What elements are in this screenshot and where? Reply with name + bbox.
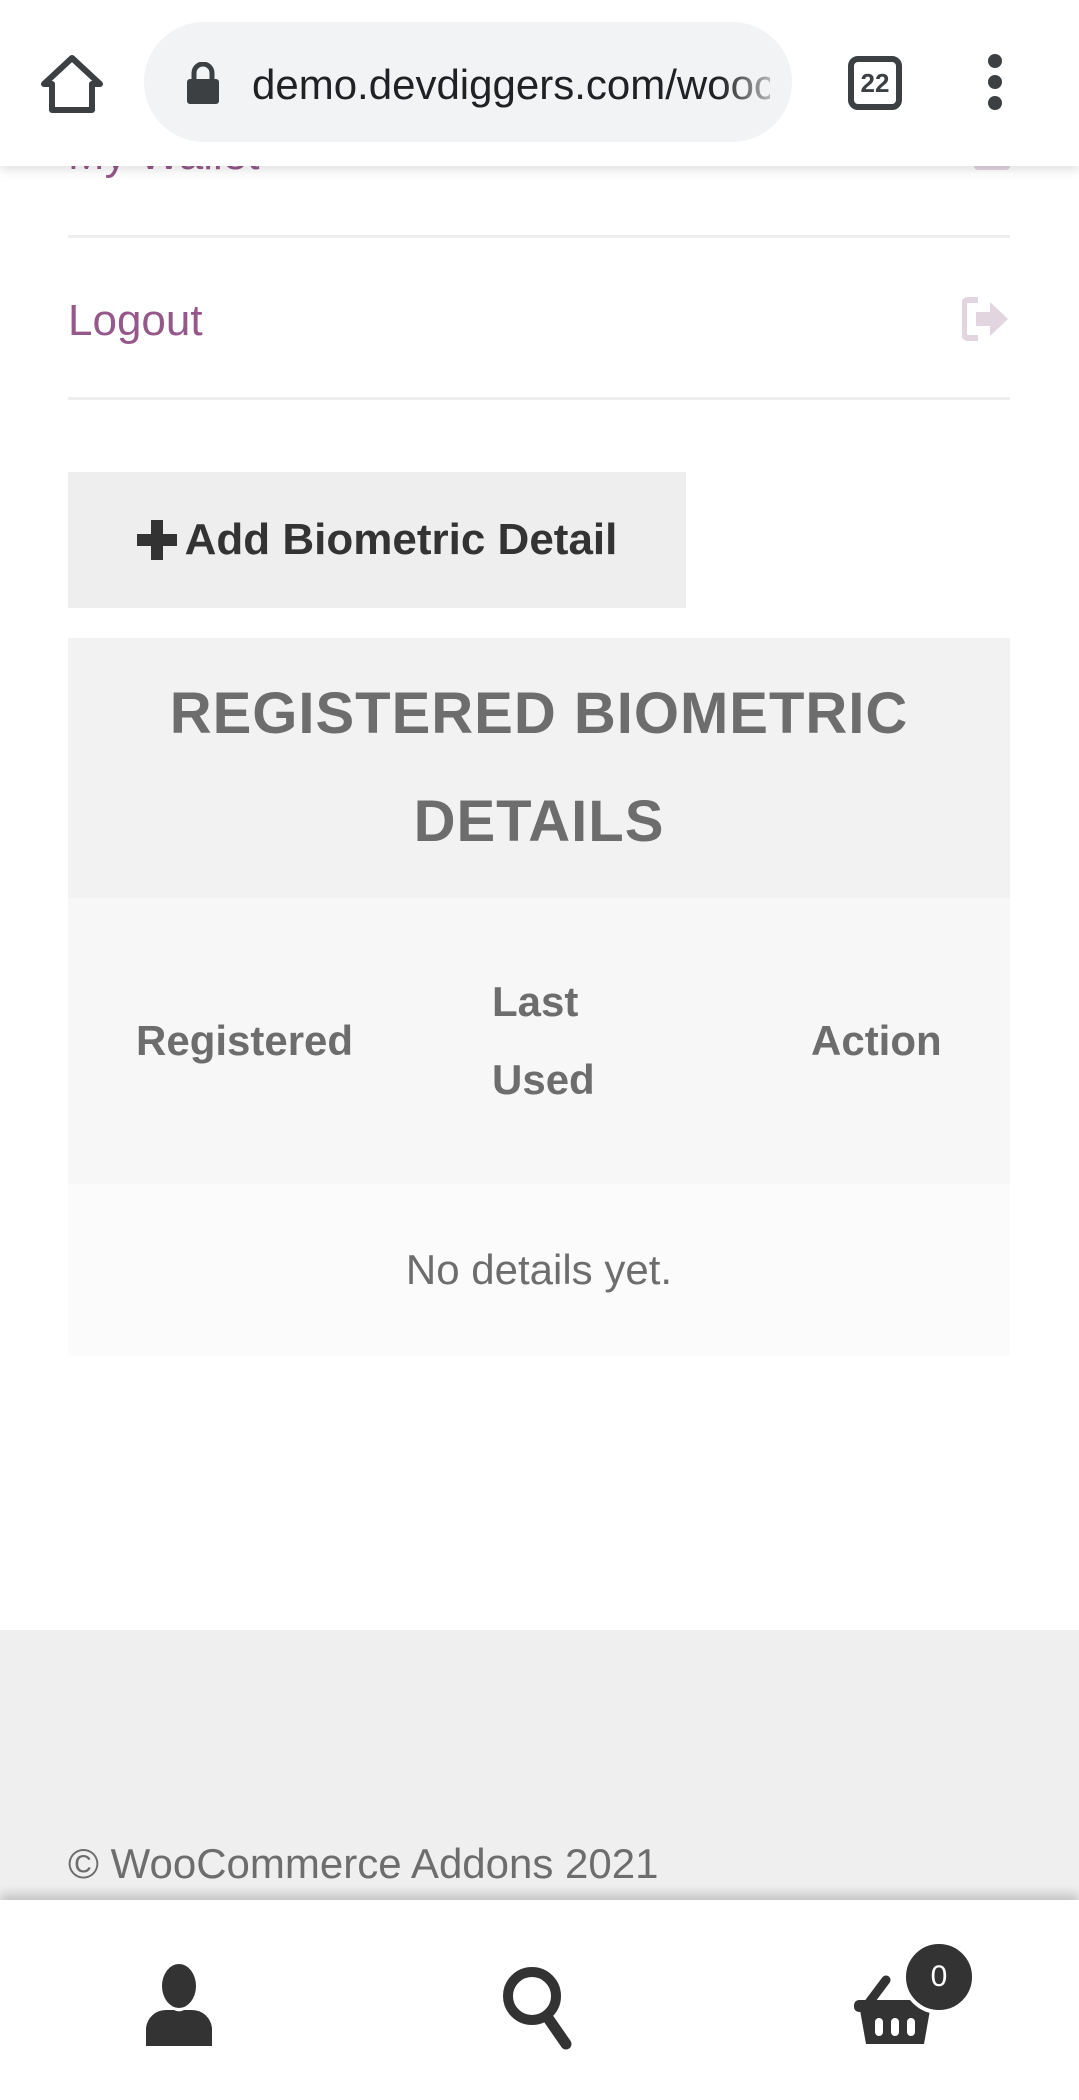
- copyright-text: © WooCommerce Addons 2021: [68, 1840, 659, 1887]
- table-header-row: Registered Last Used Action: [68, 898, 1010, 1184]
- more-vert-icon-dot: [988, 96, 1002, 110]
- add-biometric-detail-button[interactable]: Add Biometric Detail: [68, 472, 686, 608]
- column-header-action: Action: [811, 1017, 942, 1064]
- nav-item-label: Logout: [68, 296, 203, 345]
- url-text[interactable]: demo.devdiggers.com/woocommerce-addons/m…: [252, 57, 770, 113]
- more-vert-icon: [988, 54, 1002, 68]
- search-button[interactable]: [494, 1960, 584, 2050]
- sign-out-icon: [962, 297, 1008, 341]
- column-header-last-used: Last Used: [492, 978, 595, 1103]
- search-icon: [503, 1967, 572, 2050]
- plus-icon: [136, 520, 177, 560]
- cart-count-badge: 0: [902, 1940, 976, 2014]
- url-fade: [720, 57, 770, 113]
- more-vert-icon-dot: [988, 75, 1002, 89]
- bottom-navigation: 0: [0, 1900, 1079, 2100]
- column-header-registered: Registered: [136, 1017, 354, 1064]
- home-icon: [41, 55, 103, 113]
- lock-icon: [187, 62, 219, 104]
- more-menu-button[interactable]: [978, 54, 1012, 110]
- site-footer: © WooCommerce Addons 2021: [0, 1630, 1079, 1900]
- nav-item-logout[interactable]: Logout: [68, 238, 1010, 400]
- home-button[interactable]: [40, 54, 104, 114]
- add-biometric-detail-label: Add Biometric Detail: [184, 515, 618, 564]
- tab-switcher-button[interactable]: 22: [848, 56, 902, 110]
- user-icon: [146, 1964, 212, 2046]
- biometric-details-table: REGISTERED BIOMETRIC DETAILS Registered …: [68, 638, 1010, 1356]
- empty-state-message: No details yet.: [68, 1184, 1010, 1356]
- account-button[interactable]: [134, 1960, 224, 2050]
- browser-toolbar: demo.devdiggers.com/woocommerce-addons/m…: [0, 0, 1079, 166]
- tab-count: 22: [860, 67, 890, 98]
- table-title: REGISTERED BIOMETRIC DETAILS: [68, 638, 1010, 898]
